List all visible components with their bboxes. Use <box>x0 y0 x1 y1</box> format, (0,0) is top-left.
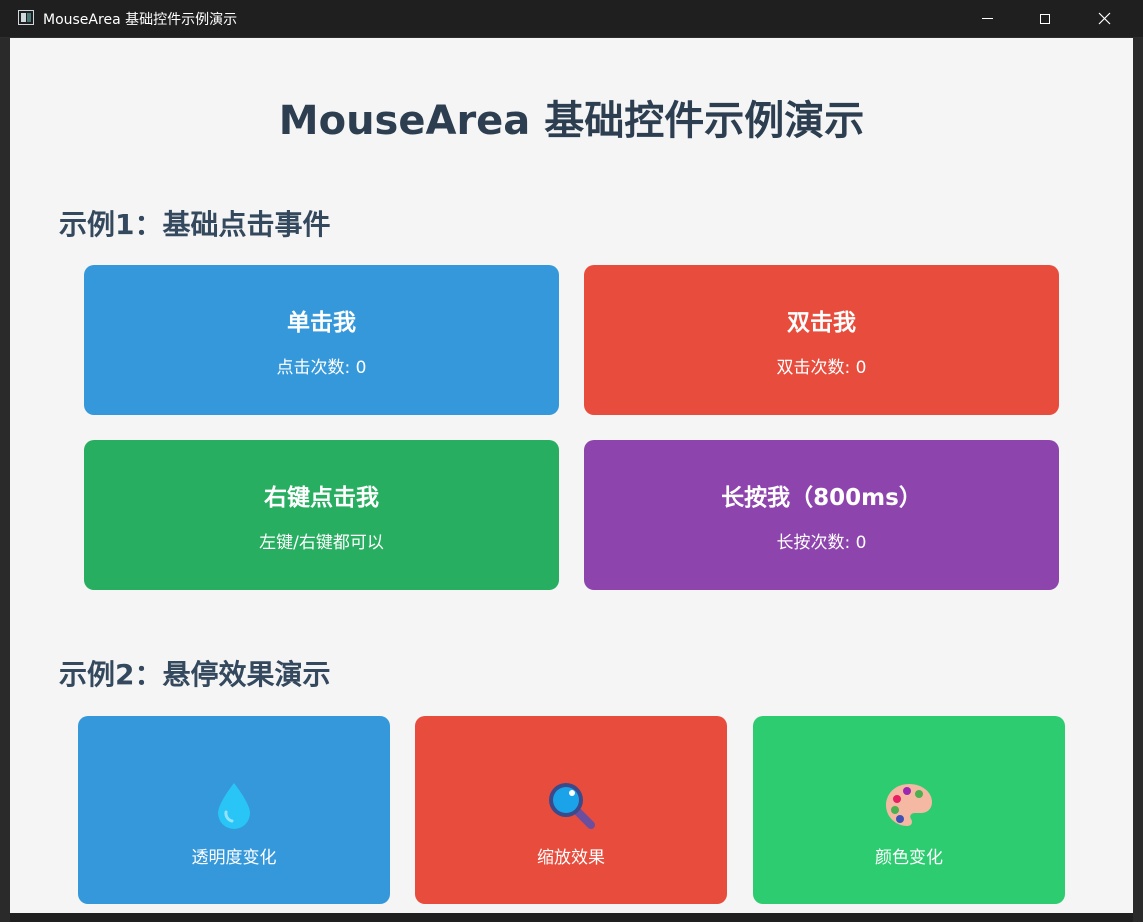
minimize-button[interactable] <box>958 0 1016 37</box>
close-icon <box>1098 12 1110 25</box>
click-count-text: 点击次数: 0 <box>276 357 367 378</box>
page-title: MouseArea 基础控件示例演示 <box>278 98 865 144</box>
section-title-hover-effects: 示例2：悬停效果演示 <box>59 658 331 691</box>
hover-card-label: 颜色变化 <box>875 847 943 868</box>
card-title: 右键点击我 <box>264 484 379 511</box>
palette-icon <box>886 783 932 826</box>
maximize-button[interactable] <box>1016 0 1074 37</box>
app-content: MouseArea 基础控件示例演示 示例1：基础点击事件 单击我 点击次数: … <box>10 38 1133 913</box>
right-click-card[interactable]: 右键点击我 左键/右键都可以 <box>84 440 559 590</box>
background-window-strip-right <box>1133 38 1143 922</box>
card-title: 长按我（800ms） <box>721 484 922 511</box>
droplet-icon <box>218 782 250 829</box>
opacity-hover-card[interactable]: 透明度变化 <box>78 716 390 904</box>
single-click-card[interactable]: 单击我 点击次数: 0 <box>84 265 559 415</box>
hover-card-label: 缩放效果 <box>537 847 605 868</box>
card-title: 双击我 <box>787 309 856 336</box>
scale-hover-card[interactable]: 缩放效果 <box>415 716 727 904</box>
minimize-icon <box>981 18 993 19</box>
maximize-icon <box>1040 13 1050 24</box>
section-title-click-events: 示例1：基础点击事件 <box>59 208 331 241</box>
window-title: MouseArea 基础控件示例演示 <box>43 12 238 28</box>
color-hover-card[interactable]: 颜色变化 <box>753 716 1065 904</box>
long-press-count-text: 长按次数: 0 <box>776 532 867 553</box>
double-click-card[interactable]: 双击我 双击次数: 0 <box>584 265 1059 415</box>
app-window-icon <box>18 10 34 25</box>
card-title: 单击我 <box>287 309 356 336</box>
card-subtitle: 左键/右键都可以 <box>259 532 384 553</box>
double-click-count-text: 双击次数: 0 <box>776 357 867 378</box>
magnifier-icon <box>549 782 595 829</box>
title-bar: MouseArea 基础控件示例演示 <box>0 0 1143 38</box>
close-button[interactable] <box>1075 0 1133 37</box>
long-press-card[interactable]: 长按我（800ms） 长按次数: 0 <box>584 440 1059 590</box>
background-window-strip <box>0 38 10 922</box>
hover-card-label: 透明度变化 <box>191 847 277 868</box>
